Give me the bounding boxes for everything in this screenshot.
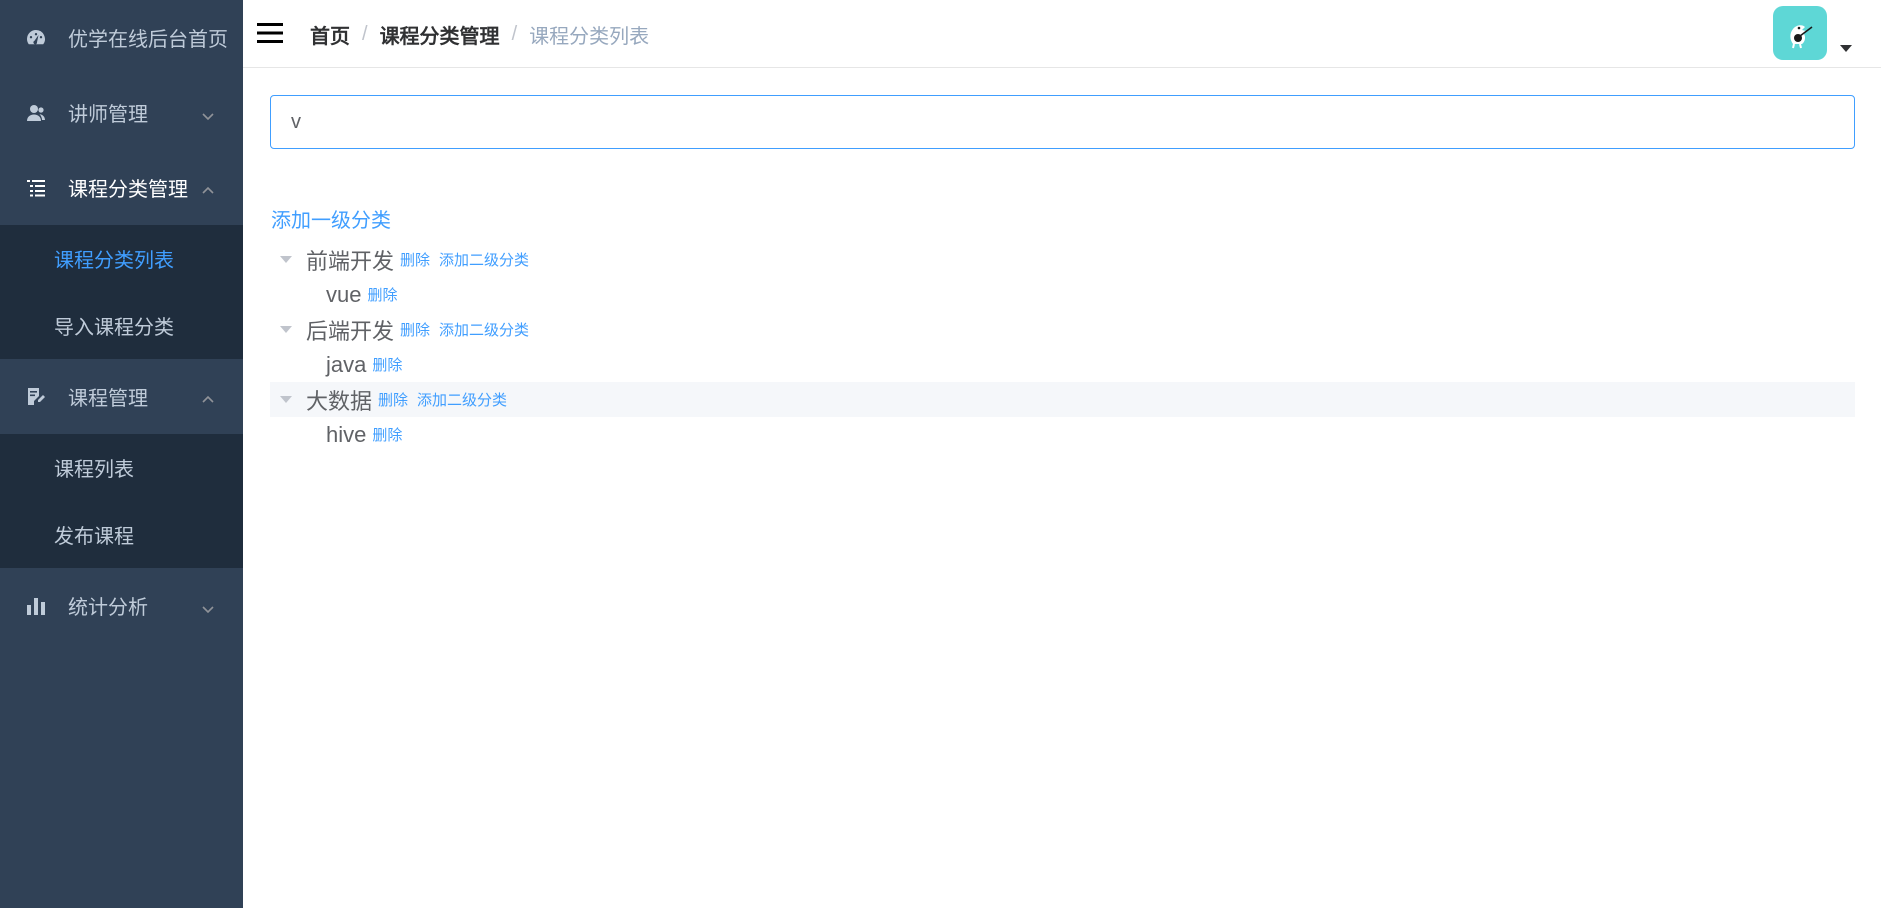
delete-button[interactable]: 删除 (372, 424, 402, 445)
add-child-category-button[interactable]: 添加二级分类 (439, 249, 529, 270)
tree-node[interactable]: 大数据 删除 添加二级分类 (270, 382, 1855, 417)
add-child-category-button[interactable]: 添加二级分类 (439, 319, 529, 340)
sidebar-item-label: 统计分析 (68, 597, 148, 619)
tree-node-label: vue (326, 281, 362, 307)
sidebar-item-teacher[interactable]: 讲师管理 (0, 75, 243, 150)
breadcrumb-home[interactable]: 首页 (310, 20, 350, 49)
chevron-up-icon (201, 181, 215, 195)
sidebar-item-stats[interactable]: 统计分析 (0, 568, 243, 643)
sidebar: 优学在线后台首页 讲师管理 课程分类管理 课程分类列表 导入课程分类 课程管理 … (0, 0, 243, 908)
breadcrumb-separator: / (362, 23, 368, 45)
sidebar-item-home[interactable]: 优学在线后台首页 (0, 0, 243, 75)
chevron-up-icon (201, 390, 215, 404)
category-filter-input[interactable] (270, 95, 1855, 149)
breadcrumb-separator: / (511, 23, 518, 45)
delete-button[interactable]: 删除 (378, 389, 408, 410)
breadcrumb-current: 课程分类列表 (529, 26, 650, 48)
delete-button[interactable]: 删除 (367, 284, 397, 305)
app-root: 优学在线后台首页 讲师管理 课程分类管理 课程分类列表 导入课程分类 课程管理 … (0, 0, 1881, 908)
sidebar-item-label: 课程管理 (68, 388, 148, 410)
chevron-down-icon (201, 106, 215, 120)
tree-node[interactable]: java 删除 (270, 347, 1855, 382)
add-child-category-button[interactable]: 添加二级分类 (417, 389, 507, 410)
avatar-character-icon (1790, 25, 1813, 49)
sidebar-item-course-publish[interactable]: 发布课程 (0, 501, 243, 568)
tree-node[interactable]: 后端开发 删除 添加二级分类 (270, 312, 1855, 347)
tree-node[interactable]: hive 删除 (270, 417, 1855, 452)
chevron-down-icon (201, 599, 215, 613)
caret-down-icon[interactable] (280, 326, 292, 333)
tree-node-label: 大数据 (306, 388, 373, 414)
tree-list-icon (26, 178, 46, 198)
users-icon (26, 103, 46, 123)
user-dropdown[interactable] (1773, 6, 1852, 60)
submenu-course: 课程列表 发布课程 (0, 434, 243, 568)
sidebar-item-category-list[interactable]: 课程分类列表 (0, 225, 243, 292)
sidebar-item-label: 优学在线后台首页 (68, 29, 228, 51)
sidebar-item-category[interactable]: 课程分类管理 (0, 150, 243, 225)
tree-node-label: 后端开发 (306, 318, 395, 344)
navbar: 首页 / 课程分类管理 / 课程分类列表 (243, 0, 1881, 68)
dashboard-icon (26, 28, 46, 48)
bar-chart-icon (26, 596, 46, 616)
sidebar-item-label: 课程分类管理 (68, 179, 188, 201)
tree-node-label: 前端开发 (306, 248, 395, 274)
delete-button[interactable]: 删除 (372, 354, 402, 375)
sidebar-item-label: 讲师管理 (68, 104, 148, 126)
tree-node-label: hive (326, 421, 367, 447)
breadcrumb-category-manage[interactable]: 课程分类管理 (380, 20, 500, 49)
delete-button[interactable]: 删除 (400, 249, 430, 270)
main-content: 添加一级分类 前端开发 删除 添加二级分类 vue 删除 后端开发 删除 添加二… (243, 68, 1881, 908)
sidebar-item-course[interactable]: 课程管理 (0, 359, 243, 434)
edit-document-icon (26, 387, 46, 407)
caret-down-icon[interactable] (280, 396, 292, 403)
sidebar-item-course-list[interactable]: 课程列表 (0, 434, 243, 501)
tree-node-label: java (326, 351, 367, 377)
add-root-category-button[interactable]: 添加一级分类 (271, 204, 391, 233)
tree-node[interactable]: vue 删除 (270, 277, 1855, 312)
caret-down-icon[interactable] (280, 256, 292, 263)
sidebar-item-category-import[interactable]: 导入课程分类 (0, 292, 243, 359)
breadcrumb: 首页 / 课程分类管理 / 课程分类列表 (310, 20, 649, 49)
tree-node[interactable]: 前端开发 删除 添加二级分类 (270, 242, 1855, 277)
submenu-category: 课程分类列表 导入课程分类 (0, 225, 243, 359)
hamburger-menu-icon[interactable] (255, 18, 285, 48)
caret-down-icon (1840, 45, 1852, 52)
delete-button[interactable]: 删除 (400, 319, 430, 340)
category-tree: 前端开发 删除 添加二级分类 vue 删除 后端开发 删除 添加二级分类 jav… (270, 242, 1855, 452)
avatar[interactable] (1773, 6, 1827, 60)
